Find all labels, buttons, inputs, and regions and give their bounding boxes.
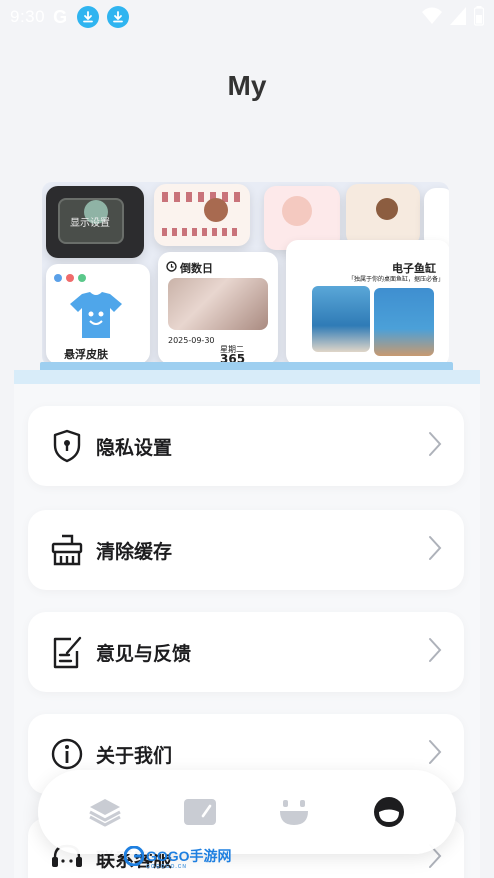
signal-icon	[450, 7, 466, 25]
menu-item-privacy[interactable]: 隐私设置	[28, 406, 464, 486]
status-time: 9:30	[10, 7, 46, 26]
banner-shelf-base	[14, 370, 480, 384]
menu-item-label: 清除缓存	[96, 540, 173, 563]
wifi-icon	[422, 7, 442, 24]
layers-icon	[89, 799, 121, 827]
tshirt-icon	[70, 292, 122, 338]
banner-tile-skin-label: 悬浮皮肤	[64, 348, 108, 361]
feature-banner[interactable]: 显示设置 悬浮皮肤 倒数日 2025-09-30 星期二 365 电子鱼缸 「独…	[42, 182, 449, 366]
page-title: My	[227, 70, 267, 101]
watermark-text: GOGO手游网	[146, 848, 232, 864]
carrier-icon: G	[53, 6, 68, 27]
banner-tile-fish: 电子鱼缸 「独属于你的桌面鱼缸，据压必备」	[286, 240, 449, 366]
profile-face-icon	[373, 797, 404, 827]
watermark-g-icon	[124, 846, 144, 866]
nav-profile[interactable]	[364, 787, 414, 837]
menu-item-label: 意见与反馈	[96, 642, 192, 665]
menu-item-label: 隐私设置	[96, 436, 173, 459]
battery-icon	[474, 6, 484, 26]
menu-item-label: 关于我们	[96, 744, 173, 767]
note-edit-icon	[50, 635, 84, 669]
shield-keyhole-icon	[50, 429, 84, 463]
chevron-right-icon	[428, 431, 442, 461]
banner-tile-bear	[346, 184, 420, 246]
banner-tile-pattern	[154, 184, 250, 246]
status-bar: 9:30 G	[0, 0, 494, 34]
menu-item-clear-cache[interactable]: 清除缓存	[28, 510, 464, 590]
chevron-right-icon	[428, 739, 442, 769]
banner-tile-skin: 悬浮皮肤	[46, 264, 150, 364]
nav-widgets[interactable]	[175, 787, 225, 837]
broom-icon	[50, 533, 84, 567]
download-icon	[107, 6, 130, 28]
download-icon	[77, 6, 100, 28]
watermark-logo: GOGO手游网 GOGOGO.CN	[124, 846, 232, 870]
banner-tile-display: 显示设置	[46, 186, 144, 258]
chevron-right-icon	[428, 535, 442, 565]
banner-tile-countdown: 倒数日 2025-09-30 星期二 365	[158, 252, 278, 364]
face-icon	[280, 800, 309, 825]
widget-card-icon	[183, 799, 216, 825]
banner-countdown-title: 倒数日	[180, 262, 213, 275]
banner-tile-display-label: 显示设置	[70, 218, 110, 229]
info-icon	[50, 737, 84, 771]
banner-countdown-date: 2025-09-30	[168, 336, 215, 345]
watermark-subtext: GOGOGO.CN	[146, 864, 187, 870]
chevron-right-icon	[428, 637, 442, 667]
menu-item-feedback[interactable]: 意见与反馈	[28, 612, 464, 692]
bottom-nav	[38, 770, 456, 854]
nav-layers[interactable]	[80, 787, 130, 837]
banner-fish-desc: 「独属于你的桌面鱼缸，据压必备」	[348, 276, 445, 283]
clock-icon	[166, 261, 177, 272]
nav-face[interactable]	[269, 787, 319, 837]
